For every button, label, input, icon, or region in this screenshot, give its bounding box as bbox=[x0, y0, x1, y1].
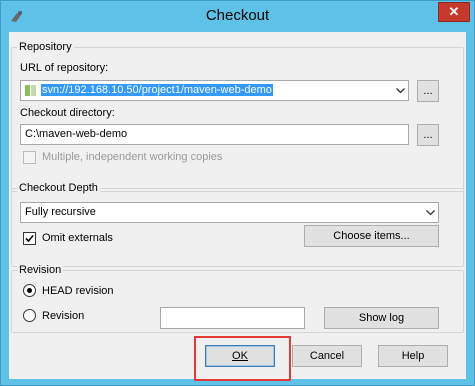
checkout-dir-label: Checkout directory: bbox=[20, 107, 115, 119]
choose-items-button[interactable]: Choose items... bbox=[304, 225, 439, 247]
head-revision-radio[interactable] bbox=[23, 284, 36, 297]
omit-externals-label: Omit externals bbox=[42, 232, 113, 244]
revision-label: Revision bbox=[42, 310, 85, 322]
depth-combobox[interactable]: Fully recursive bbox=[20, 202, 439, 223]
multiple-copies-label: Multiple, independent working copies bbox=[42, 151, 223, 163]
checkout-dialog: Checkout ✕ Repository URL of repository:… bbox=[0, 0, 475, 386]
repository-group-label: Repository bbox=[17, 41, 74, 53]
revision-group-label: Revision bbox=[17, 264, 64, 276]
close-button[interactable]: ✕ bbox=[438, 2, 470, 22]
url-label: URL of repository: bbox=[20, 62, 109, 74]
url-value: svn://192.168.10.50/project1/maven-web-d… bbox=[41, 84, 273, 96]
close-icon: ✕ bbox=[448, 4, 460, 19]
radio-selected-dot bbox=[27, 288, 32, 293]
dialog-client-area: Repository URL of repository: svn://192.… bbox=[9, 32, 466, 381]
help-button[interactable]: Help bbox=[378, 345, 448, 367]
omit-externals-checkbox[interactable] bbox=[23, 232, 36, 245]
url-browse-button[interactable]: ... bbox=[417, 80, 439, 102]
checkout-depth-group: Checkout Depth Fully recursive Omit exte… bbox=[11, 182, 464, 267]
checkout-depth-group-label: Checkout Depth bbox=[17, 182, 100, 194]
cancel-button[interactable]: Cancel bbox=[292, 345, 362, 367]
chevron-down-icon[interactable] bbox=[392, 81, 408, 100]
revision-group: Revision HEAD revision Revision Show log bbox=[11, 264, 464, 333]
checkmark-icon bbox=[25, 234, 34, 243]
multiple-copies-checkbox[interactable] bbox=[23, 151, 36, 164]
depth-value: Fully recursive bbox=[25, 206, 96, 218]
revision-radio[interactable] bbox=[23, 309, 36, 322]
checkout-dir-browse-button[interactable]: ... bbox=[417, 124, 439, 146]
revision-input[interactable] bbox=[160, 307, 305, 329]
head-revision-label: HEAD revision bbox=[42, 285, 114, 297]
repository-group: Repository URL of repository: svn://192.… bbox=[11, 41, 464, 192]
dialog-title: Checkout bbox=[205, 7, 270, 24]
show-log-button[interactable]: Show log bbox=[324, 307, 439, 329]
checkout-dir-input[interactable]: C:\maven-web-demo bbox=[20, 124, 409, 145]
ok-highlight-box bbox=[194, 336, 291, 381]
title-bar: Checkout ✕ bbox=[1, 1, 474, 32]
chevron-down-icon[interactable] bbox=[422, 203, 438, 222]
repo-folder-icon bbox=[24, 84, 38, 97]
url-combobox[interactable]: svn://192.168.10.50/project1/maven-web-d… bbox=[20, 80, 409, 101]
